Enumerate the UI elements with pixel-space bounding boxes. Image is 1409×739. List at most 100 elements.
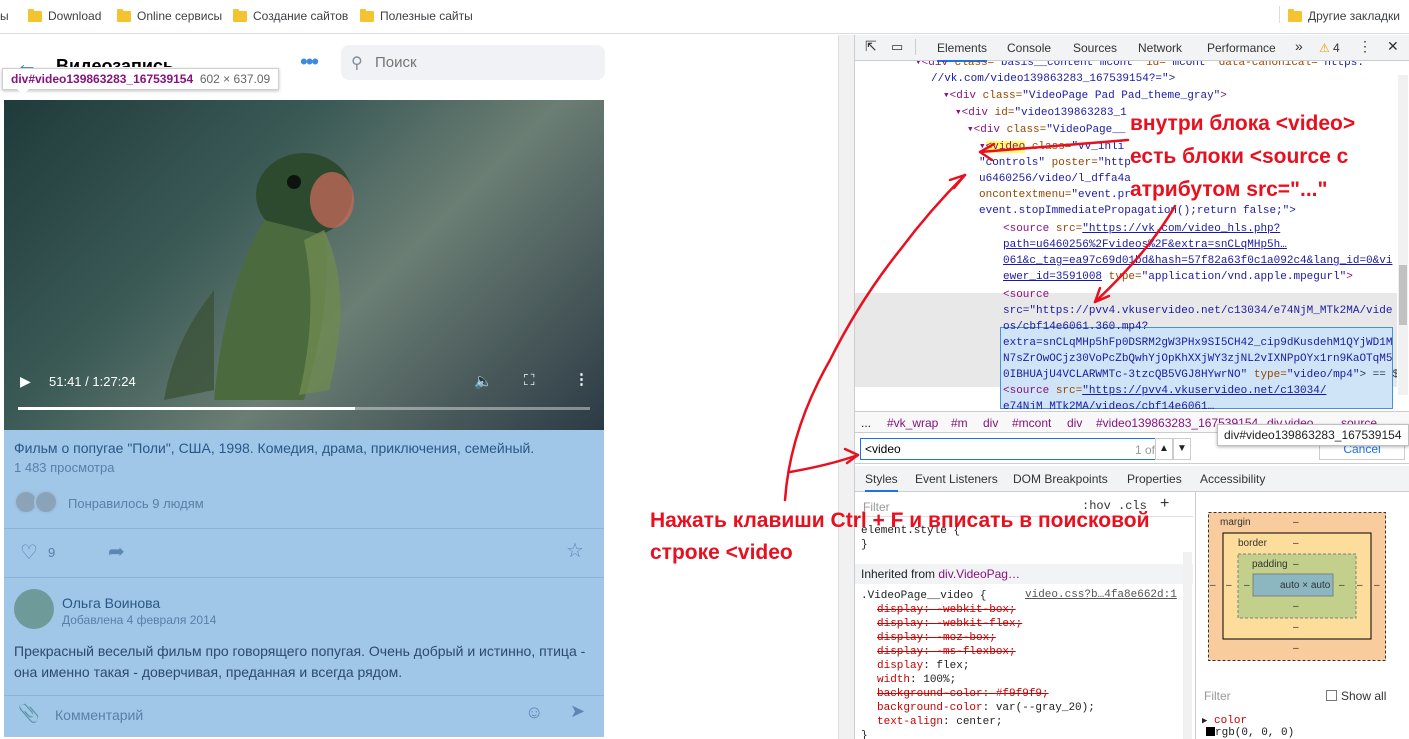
css-property[interactable]: display: -ms-flexbox; xyxy=(877,645,1016,659)
emoji-icon[interactable]: ☺ xyxy=(525,702,543,723)
tab-elements[interactable]: Elements xyxy=(937,41,988,62)
likers-avatars[interactable] xyxy=(14,490,58,514)
inspect-icon[interactable]: ⇱ xyxy=(865,38,877,55)
bookmark-online[interactable]: Online сервисы xyxy=(117,8,222,23)
crumb[interactable]: div xyxy=(983,416,998,430)
paperclip-icon[interactable]: 📎 xyxy=(18,703,40,724)
kebab-icon[interactable]: ⋮ xyxy=(1358,38,1372,55)
dom-line[interactable]: ▾<div class="VideoPage__ xyxy=(967,122,1125,138)
bookmark-download[interactable]: Download xyxy=(28,8,101,23)
margin-right-value[interactable]: – xyxy=(1374,580,1380,591)
content-size[interactable]: auto × auto xyxy=(1280,580,1330,591)
tab-accessibility[interactable]: Accessibility xyxy=(1200,472,1265,486)
checkbox-icon[interactable] xyxy=(1326,690,1337,701)
rule-selector[interactable]: .VideoPage__video { xyxy=(861,589,986,603)
border-bottom-value[interactable]: – xyxy=(1293,622,1299,633)
liked-text[interactable]: Понравилось 9 людям xyxy=(68,496,204,511)
padding-right-value[interactable]: – xyxy=(1339,580,1345,591)
computed-filter[interactable]: Filter xyxy=(1204,689,1231,703)
css-property[interactable]: display: -webkit-flex; xyxy=(877,617,1022,631)
more-tabs-icon[interactable]: » xyxy=(1295,38,1303,54)
dom-line[interactable]: 0IBHUAjU4VCLARWMTc-3tzcQB5VGJ8HYwrNO" ty… xyxy=(1003,367,1397,383)
css-property[interactable]: display: -webkit-box; xyxy=(877,603,1016,617)
crumb[interactable]: #mcont xyxy=(1012,416,1051,430)
tab-event-listeners[interactable]: Event Listeners xyxy=(915,472,998,486)
search-input[interactable] xyxy=(375,45,595,80)
new-rule-icon[interactable]: + xyxy=(1160,495,1169,513)
tab-network[interactable]: Network xyxy=(1138,41,1182,55)
padding-bottom-value[interactable]: – xyxy=(1293,601,1299,612)
page-scrollbar[interactable] xyxy=(838,35,854,739)
tab-performance[interactable]: Performance xyxy=(1207,41,1276,55)
play-icon[interactable]: ▶ xyxy=(20,373,31,390)
css-property[interactable]: width: 100%; xyxy=(877,673,956,687)
tab-console[interactable]: Console xyxy=(1007,41,1051,55)
dom-line[interactable]: event.stopImmediatePropagation();return … xyxy=(979,203,1296,219)
dom-line[interactable]: ewer_id=3591008 type="application/vnd.ap… xyxy=(1003,269,1353,285)
comment-input[interactable]: Комментарий xyxy=(55,707,143,723)
tab-dom-breakpoints[interactable]: DOM Breakpoints xyxy=(1013,472,1108,486)
tree-scrollbar[interactable] xyxy=(1398,75,1408,395)
bookmark-other[interactable]: Другие закладки xyxy=(1279,6,1400,23)
bookmark-useful[interactable]: Полезные сайты xyxy=(360,8,473,23)
border-top-value[interactable]: – xyxy=(1293,538,1299,549)
tree-scrollbar-thumb[interactable] xyxy=(1399,265,1407,325)
dom-line[interactable]: "controls" poster="http xyxy=(979,155,1131,171)
dom-line[interactable]: ▾<div class="VideoPage Pad Pad_theme_gra… xyxy=(943,88,1227,104)
comment-author[interactable]: Ольга Воинова xyxy=(62,595,160,611)
dom-line-source[interactable]: <source src="https://pvv4.vkuservideo.ne… xyxy=(1003,383,1326,399)
crumb[interactable]: #vk_wrap xyxy=(887,416,938,430)
star-icon[interactable]: ☆ xyxy=(566,538,584,563)
css-property[interactable]: display: flex; xyxy=(877,659,969,673)
css-property[interactable]: background-color: var(--gray_20); xyxy=(877,701,1095,715)
dom-line-video[interactable]: ▾<video class="vv_inli xyxy=(979,139,1124,155)
close-icon[interactable]: ✕ xyxy=(1387,38,1399,55)
dom-line-source[interactable]: <source xyxy=(1003,287,1049,303)
find-prev-icon[interactable]: ▲ xyxy=(1155,438,1173,460)
dom-line[interactable]: os/cbf14e6061.360.mp4? xyxy=(1003,319,1148,335)
tab-properties[interactable]: Properties xyxy=(1127,472,1182,486)
video-player[interactable]: ▶ 51:41 / 1:27:24 🔈 ⛶ ⋮ xyxy=(4,100,604,430)
bookmark-item[interactable]: ы xyxy=(0,9,9,23)
dom-line[interactable]: u6460256/video/l_dffa4a xyxy=(979,171,1131,187)
styles-scrollbar[interactable] xyxy=(1183,552,1192,739)
warning-icon[interactable]: ⚠ xyxy=(1319,41,1330,55)
bookmark-sites[interactable]: Создание сайтов xyxy=(233,8,348,23)
crumb[interactable]: ... xyxy=(861,416,871,430)
tab-styles[interactable]: Styles xyxy=(865,472,898,492)
find-input[interactable] xyxy=(860,438,1182,460)
dom-line[interactable]: extra=snCLqMHp5hFp0DSRM2gW3PHx9SI5CH42_c… xyxy=(1003,335,1392,351)
margin-left-value[interactable]: – xyxy=(1210,580,1216,591)
show-all-checkbox[interactable]: Show all xyxy=(1326,689,1386,703)
like-heart-icon[interactable]: ♡ xyxy=(20,540,38,565)
more-dots-icon[interactable]: ••• xyxy=(300,49,319,75)
device-toggle-icon[interactable]: ▭ xyxy=(891,39,903,55)
dom-line[interactable]: N7sZrOwOCjz30VoPcZbQwhYjOpKhXXjWY3zjNL2v… xyxy=(1003,351,1392,367)
dom-line[interactable]: ▾<div id="video139863283_1 xyxy=(955,105,1127,121)
tab-sources[interactable]: Sources xyxy=(1073,41,1117,55)
dom-line[interactable]: src="https://pvv4.vkuservideo.net/c13034… xyxy=(1003,303,1392,319)
search-box[interactable]: ⚲ xyxy=(341,45,605,80)
dom-line[interactable]: path=u6460256%2Fvideos%2F&extra=snCLqMHp… xyxy=(1003,237,1287,253)
dom-line[interactable]: ▾<div class="basis__content mcont" id="m… xyxy=(915,61,1364,71)
padding-top-value[interactable]: – xyxy=(1293,559,1299,570)
dom-line[interactable]: oncontextmenu="event.pr xyxy=(979,187,1131,203)
border-left-value[interactable]: – xyxy=(1226,580,1232,591)
avatar[interactable] xyxy=(14,589,54,629)
more-vertical-icon[interactable]: ⋮ xyxy=(574,370,589,388)
color-swatch[interactable] xyxy=(1206,727,1215,736)
computed-color-row[interactable]: ▶ color rgb(0, 0, 0) xyxy=(1202,715,1294,739)
find-next-icon[interactable]: ▼ xyxy=(1173,438,1191,460)
margin-bottom-value[interactable]: – xyxy=(1293,643,1299,654)
padding-left-value[interactable]: – xyxy=(1244,580,1250,591)
share-icon[interactable]: ➦ xyxy=(108,539,125,564)
dom-line[interactable]: e74NjM_MTk2MA/videos/cbf14e6061… xyxy=(1003,399,1214,409)
progress-bar[interactable] xyxy=(18,407,590,410)
volume-icon[interactable]: 🔈 xyxy=(474,372,493,390)
dom-line[interactable]: 061&c_tag=ea97c69d01bd&hash=57f82a63f0c1… xyxy=(1003,253,1392,269)
dom-line-source[interactable]: <source src="https://vk.com/video_hls.ph… xyxy=(1003,221,1280,237)
send-icon[interactable]: ➤ xyxy=(570,701,585,722)
css-property[interactable]: text-align: center; xyxy=(877,715,1002,729)
crumb[interactable]: div xyxy=(1067,416,1082,430)
dom-line[interactable]: //vk.com/video139863283_167539154?="> xyxy=(931,71,1175,87)
